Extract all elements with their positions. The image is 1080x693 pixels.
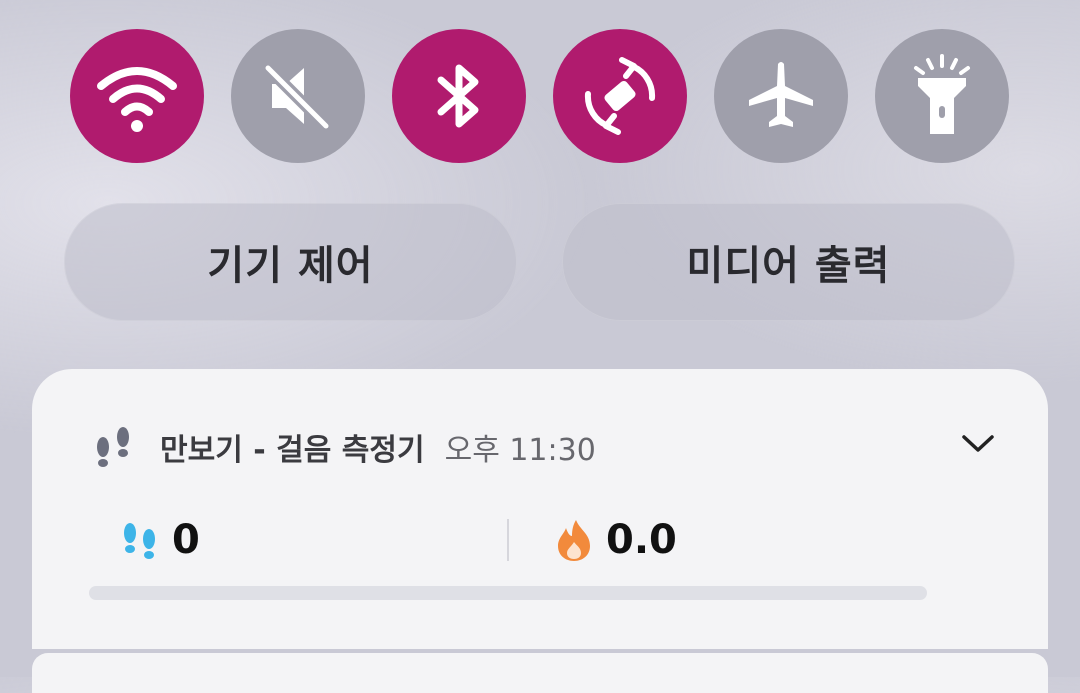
footprints-icon [124, 523, 155, 559]
device-control-label: 기기 제어 [207, 243, 374, 289]
bluetooth-icon [437, 64, 479, 128]
media-output-button[interactable]: 미디어 출력 [562, 203, 1015, 321]
footprints-icon [97, 427, 129, 467]
stat-divider [507, 519, 509, 561]
notification-header: 만보기 - 걸음 측정기 오후 11:30 [92, 425, 596, 469]
notification-time: 오후 11:30 [444, 433, 596, 468]
calories-value: 0.0 [606, 517, 677, 563]
next-notification[interactable] [32, 653, 1048, 693]
flashlight-icon [914, 54, 970, 134]
wifi-toggle[interactable] [70, 29, 204, 163]
steps-progress-bar [89, 586, 927, 600]
calories-stat: 0.0 [554, 515, 677, 565]
sound-toggle[interactable] [231, 29, 365, 163]
mute-icon [262, 62, 332, 132]
bluetooth-toggle[interactable] [392, 29, 526, 163]
app-name: 만보기 - 걸음 측정기 [160, 433, 425, 468]
device-control-button[interactable]: 기기 제어 [64, 203, 517, 321]
expand-button[interactable] [958, 423, 998, 463]
airplane-mode-toggle[interactable] [714, 29, 848, 163]
airplane-icon [749, 62, 813, 127]
steps-value: 0 [172, 517, 200, 563]
steps-stat: 0 [120, 515, 200, 565]
rotate-icon [584, 57, 656, 135]
wifi-icon [97, 67, 177, 132]
flashlight-toggle[interactable] [875, 29, 1009, 163]
auto-rotate-toggle[interactable] [553, 29, 687, 163]
pedometer-notification[interactable]: 만보기 - 걸음 측정기 오후 11:30 0 0.0 [32, 369, 1048, 649]
media-output-label: 미디어 출력 [686, 243, 891, 289]
chevron-down-icon [962, 435, 994, 452]
flame-icon [558, 520, 590, 561]
